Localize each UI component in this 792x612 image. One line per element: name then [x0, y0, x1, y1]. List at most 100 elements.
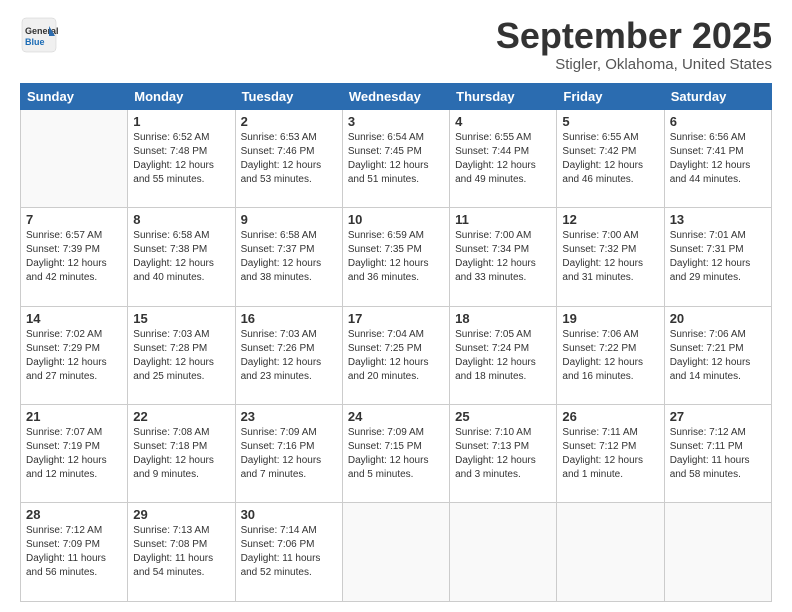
- day-info: Sunrise: 6:55 AMSunset: 7:44 PMDaylight:…: [455, 131, 551, 187]
- logo-icon: General Blue: [20, 16, 58, 54]
- day-info: Sunrise: 7:06 AMSunset: 7:22 PMDaylight:…: [562, 328, 658, 384]
- calendar-cell: 2 Sunrise: 6:53 AMSunset: 7:46 PMDaylight…: [235, 109, 342, 207]
- day-info: Sunrise: 6:58 AMSunset: 7:37 PMDaylight:…: [241, 229, 337, 285]
- calendar-cell: [342, 503, 449, 602]
- calendar-cell: 7Sunrise: 6:57 AMSunset: 7:39 PMDaylight…: [21, 208, 128, 306]
- day-number: 26: [562, 409, 658, 424]
- col-sunday: Sunday: [21, 83, 128, 109]
- day-number: 23: [241, 409, 337, 424]
- calendar-cell: 29 Sunrise: 7:13 AMSunset: 7:08 PMDayligh…: [128, 503, 235, 602]
- day-info: Sunrise: 7:07 AMSunset: 7:19 PMDaylight:…: [26, 426, 122, 482]
- calendar-cell: 21 Sunrise: 7:07 AMSunset: 7:19 PMDayligh…: [21, 405, 128, 503]
- calendar-cell: 23 Sunrise: 7:09 AMSunset: 7:16 PMDayligh…: [235, 405, 342, 503]
- calendar-cell: [21, 109, 128, 207]
- calendar-header-row: Sunday Monday Tuesday Wednesday Thursday…: [21, 83, 772, 109]
- calendar-cell: [557, 503, 664, 602]
- day-number: 2: [241, 114, 337, 129]
- calendar-cell: 3Sunrise: 6:54 AMSunset: 7:45 PMDaylight…: [342, 109, 449, 207]
- col-wednesday: Wednesday: [342, 83, 449, 109]
- month-title: September 2025: [496, 16, 772, 56]
- calendar-cell: 15 Sunrise: 7:03 AMSunset: 7:28 PMDayligh…: [128, 306, 235, 404]
- day-number: 20: [670, 311, 766, 326]
- day-number: 10: [348, 212, 444, 227]
- day-number: 29: [133, 507, 229, 522]
- day-info: Sunrise: 7:00 AMSunset: 7:32 PMDaylight:…: [562, 229, 658, 285]
- calendar-cell: 22Sunrise: 7:08 AMSunset: 7:18 PMDayligh…: [128, 405, 235, 503]
- calendar-cell: [664, 503, 771, 602]
- calendar-cell: 5 Sunrise: 6:55 AMSunset: 7:42 PMDaylight…: [557, 109, 664, 207]
- calendar-cell: 4Sunrise: 6:55 AMSunset: 7:44 PMDaylight…: [450, 109, 557, 207]
- day-info: Sunrise: 7:01 AMSunset: 7:31 PMDaylight:…: [670, 229, 766, 285]
- day-info: Sunrise: 7:08 AMSunset: 7:18 PMDaylight:…: [133, 426, 229, 482]
- day-number: 11: [455, 212, 551, 227]
- day-info: Sunrise: 6:55 AMSunset: 7:42 PMDaylight:…: [562, 131, 658, 187]
- day-info: Sunrise: 7:04 AMSunset: 7:25 PMDaylight:…: [348, 328, 444, 384]
- calendar-cell: 16Sunrise: 7:03 AMSunset: 7:26 PMDayligh…: [235, 306, 342, 404]
- calendar-cell: 20 Sunrise: 7:06 AMSunset: 7:21 PMDayligh…: [664, 306, 771, 404]
- day-info: Sunrise: 7:03 AMSunset: 7:28 PMDaylight:…: [133, 328, 229, 384]
- day-number: 30: [241, 507, 337, 522]
- calendar-cell: 13Sunrise: 7:01 AMSunset: 7:31 PMDayligh…: [664, 208, 771, 306]
- calendar-week-3: 14 Sunrise: 7:02 AMSunset: 7:29 PMDayligh…: [21, 306, 772, 404]
- calendar-cell: 28 Sunrise: 7:12 AMSunset: 7:09 PMDayligh…: [21, 503, 128, 602]
- day-info: Sunrise: 7:05 AMSunset: 7:24 PMDaylight:…: [455, 328, 551, 384]
- day-info: Sunrise: 7:00 AMSunset: 7:34 PMDaylight:…: [455, 229, 551, 285]
- calendar-cell: 10 Sunrise: 6:59 AMSunset: 7:35 PMDayligh…: [342, 208, 449, 306]
- day-number: 25: [455, 409, 551, 424]
- calendar-cell: 6 Sunrise: 6:56 AMSunset: 7:41 PMDaylight…: [664, 109, 771, 207]
- calendar-cell: 30 Sunrise: 7:14 AMSunset: 7:06 PMDayligh…: [235, 503, 342, 602]
- calendar-cell: 1 Sunrise: 6:52 AMSunset: 7:48 PMDaylight…: [128, 109, 235, 207]
- day-number: 9: [241, 212, 337, 227]
- day-number: 19: [562, 311, 658, 326]
- day-info: Sunrise: 6:56 AMSunset: 7:41 PMDaylight:…: [670, 131, 766, 187]
- day-info: Sunrise: 6:59 AMSunset: 7:35 PMDaylight:…: [348, 229, 444, 285]
- col-thursday: Thursday: [450, 83, 557, 109]
- day-number: 5: [562, 114, 658, 129]
- logo: General Blue: [20, 16, 58, 54]
- day-info: Sunrise: 7:12 AMSunset: 7:11 PMDaylight:…: [670, 426, 766, 482]
- calendar-cell: 11 Sunrise: 7:00 AMSunset: 7:34 PMDayligh…: [450, 208, 557, 306]
- calendar-cell: 19 Sunrise: 7:06 AMSunset: 7:22 PMDayligh…: [557, 306, 664, 404]
- calendar-cell: 8Sunrise: 6:58 AMSunset: 7:38 PMDaylight…: [128, 208, 235, 306]
- day-number: 18: [455, 311, 551, 326]
- calendar-week-2: 7Sunrise: 6:57 AMSunset: 7:39 PMDaylight…: [21, 208, 772, 306]
- day-number: 3: [348, 114, 444, 129]
- calendar-cell: 9 Sunrise: 6:58 AMSunset: 7:37 PMDaylight…: [235, 208, 342, 306]
- calendar-cell: 27 Sunrise: 7:12 AMSunset: 7:11 PMDayligh…: [664, 405, 771, 503]
- calendar-week-4: 21 Sunrise: 7:07 AMSunset: 7:19 PMDayligh…: [21, 405, 772, 503]
- day-number: 6: [670, 114, 766, 129]
- day-number: 14: [26, 311, 122, 326]
- calendar-cell: 26Sunrise: 7:11 AMSunset: 7:12 PMDayligh…: [557, 405, 664, 503]
- day-number: 15: [133, 311, 229, 326]
- svg-text:Blue: Blue: [25, 37, 45, 47]
- col-monday: Monday: [128, 83, 235, 109]
- day-number: 27: [670, 409, 766, 424]
- day-info: Sunrise: 6:52 AMSunset: 7:48 PMDaylight:…: [133, 131, 229, 187]
- col-tuesday: Tuesday: [235, 83, 342, 109]
- day-info: Sunrise: 7:10 AMSunset: 7:13 PMDaylight:…: [455, 426, 551, 482]
- day-info: Sunrise: 6:53 AMSunset: 7:46 PMDaylight:…: [241, 131, 337, 187]
- day-number: 1: [133, 114, 229, 129]
- calendar-cell: [450, 503, 557, 602]
- day-info: Sunrise: 7:12 AMSunset: 7:09 PMDaylight:…: [26, 524, 122, 580]
- day-info: Sunrise: 7:06 AMSunset: 7:21 PMDaylight:…: [670, 328, 766, 384]
- day-info: Sunrise: 7:14 AMSunset: 7:06 PMDaylight:…: [241, 524, 337, 580]
- day-number: 16: [241, 311, 337, 326]
- day-info: Sunrise: 7:09 AMSunset: 7:15 PMDaylight:…: [348, 426, 444, 482]
- day-info: Sunrise: 7:13 AMSunset: 7:08 PMDaylight:…: [133, 524, 229, 580]
- calendar-table: Sunday Monday Tuesday Wednesday Thursday…: [20, 83, 772, 602]
- header: General Blue September 2025 Stigler, Okl…: [20, 16, 772, 73]
- calendar-cell: 17Sunrise: 7:04 AMSunset: 7:25 PMDayligh…: [342, 306, 449, 404]
- day-number: 21: [26, 409, 122, 424]
- calendar-cell: 18 Sunrise: 7:05 AMSunset: 7:24 PMDayligh…: [450, 306, 557, 404]
- title-block: September 2025 Stigler, Oklahoma, United…: [496, 16, 772, 73]
- page: General Blue September 2025 Stigler, Okl…: [0, 0, 792, 612]
- day-info: Sunrise: 6:57 AMSunset: 7:39 PMDaylight:…: [26, 229, 122, 285]
- day-number: 28: [26, 507, 122, 522]
- day-number: 8: [133, 212, 229, 227]
- calendar-cell: 12Sunrise: 7:00 AMSunset: 7:32 PMDayligh…: [557, 208, 664, 306]
- day-info: Sunrise: 7:02 AMSunset: 7:29 PMDaylight:…: [26, 328, 122, 384]
- day-number: 24: [348, 409, 444, 424]
- day-info: Sunrise: 7:09 AMSunset: 7:16 PMDaylight:…: [241, 426, 337, 482]
- calendar-week-1: 1 Sunrise: 6:52 AMSunset: 7:48 PMDaylight…: [21, 109, 772, 207]
